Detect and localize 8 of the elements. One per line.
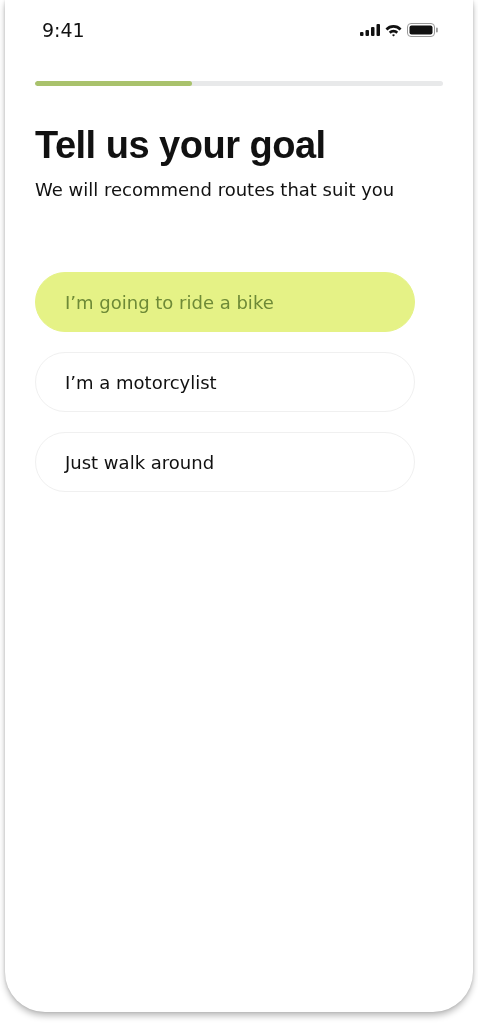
wifi-icon <box>385 23 402 37</box>
page-subtitle: We will recommend routes that suit you <box>35 179 396 200</box>
page-title: Tell us your goal <box>35 124 327 167</box>
signal-icon <box>360 24 380 36</box>
battery-icon <box>407 23 438 37</box>
goal-option[interactable]: Just walk around <box>35 432 415 492</box>
goal-option[interactable]: I’m a motorcylist <box>35 352 415 412</box>
status-time: 9:41 <box>42 19 85 41</box>
